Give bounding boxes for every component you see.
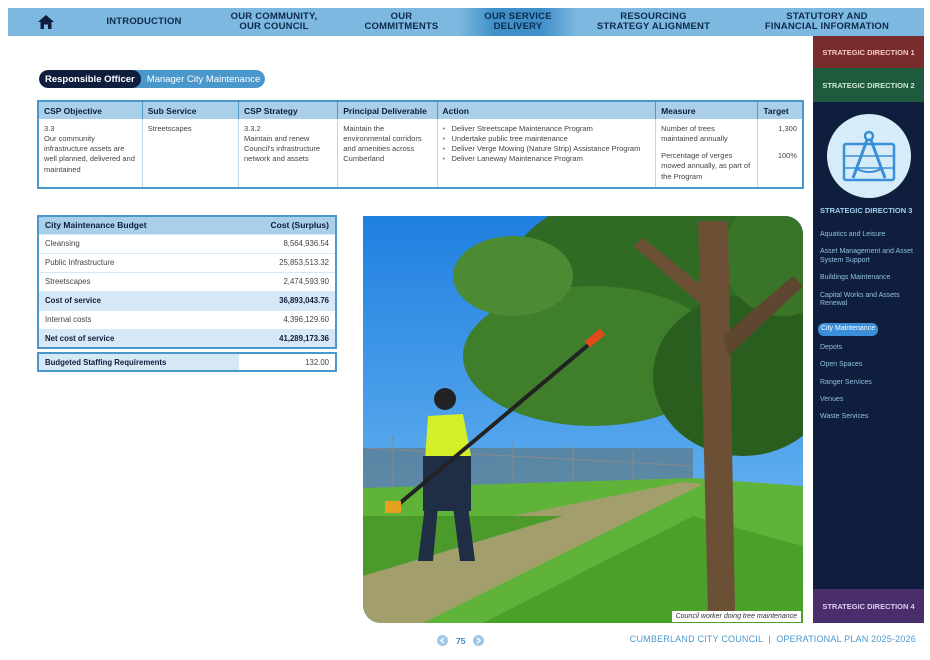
- strategic-direction-2-tab[interactable]: STRATEGIC DIRECTION 2: [813, 68, 924, 102]
- csp-action-cell: Deliver Streetscape Maintenance Program …: [437, 119, 657, 188]
- list-item: Undertake public tree maintenance: [443, 134, 651, 144]
- budget-header-value: Cost (Surplus): [221, 216, 336, 234]
- budget-row-value: 2,474,593.90: [221, 271, 336, 291]
- table-row: Public Infrastructure 25,853,513.32: [38, 252, 336, 272]
- budget-header-label: City Maintenance Budget: [38, 216, 222, 234]
- page-navigation: 75: [437, 635, 485, 646]
- strategic-direction-1-tab[interactable]: STRATEGIC DIRECTION 1: [813, 36, 924, 68]
- table-row: Net cost of service 41,289,173.36: [38, 328, 336, 348]
- budget-row-label: Cleansing: [38, 233, 222, 253]
- staffing-value: 132.00: [305, 357, 329, 367]
- list-item: Deliver Laneway Maintenance Program: [443, 154, 651, 164]
- table-row: Cleansing 8,564,936.54: [38, 233, 336, 253]
- nav-our-commitments[interactable]: OUR COMMITMENTS: [344, 8, 459, 36]
- csp-header-action: Action: [437, 101, 657, 119]
- csp-header-deliverable: Principal Deliverable: [337, 101, 438, 119]
- budget-row-label: Net cost of service: [38, 328, 222, 348]
- sidebar-item-waste-services[interactable]: Waste Services: [820, 413, 920, 421]
- chevron-right-icon: [477, 637, 482, 644]
- sidebar-item-buildings-maintenance[interactable]: Buildings Maintenance: [820, 274, 920, 282]
- sidebar-item-depots[interactable]: Depots: [820, 344, 920, 352]
- strategic-direction-3-tab[interactable]: STRATEGIC DIRECTION 3: [820, 206, 912, 215]
- staffing-label: Budgeted Staffing Requirements: [39, 354, 239, 370]
- footer-document-title: CUMBERLAND CITY COUNCIL | OPERATIONAL PL…: [629, 634, 916, 644]
- sidebar-item-aquatics-leisure[interactable]: Aquatics and Leisure: [820, 231, 920, 239]
- staffing-requirements: Budgeted Staffing Requirements 132.00: [37, 352, 337, 372]
- list-item: Deliver Verge Mowing (Nature Strip) Assi…: [443, 144, 651, 154]
- table-row: Cost of service 36,893,043.76: [38, 290, 336, 310]
- table-row: Streetscapes 2,474,593.90: [38, 271, 336, 291]
- csp-header-target: Target: [757, 101, 803, 119]
- strategic-direction-4-tab[interactable]: STRATEGIC DIRECTION 4: [813, 589, 924, 623]
- sidebar-item-capital-works[interactable]: Capital Works and Assets Renewal: [820, 292, 920, 309]
- budget-row-value: 4,396,129.60: [221, 309, 336, 329]
- budget-row-label: Streetscapes: [38, 271, 222, 291]
- budget-row-value: 25,853,513.32: [221, 252, 336, 272]
- sidebar-item-ranger-services[interactable]: Ranger Services: [820, 379, 920, 387]
- target-verges: 100%: [777, 151, 797, 161]
- nav-statutory-financial[interactable]: STATUTORY AND FINANCIAL INFORMATION: [730, 8, 924, 36]
- budget-header-row: City Maintenance Budget Cost (Surplus): [38, 216, 336, 234]
- home-icon: [38, 15, 54, 29]
- page-number: 75: [456, 635, 466, 646]
- strategic-direction-sidebar: STRATEGIC DIRECTION 1 STRATEGIC DIRECTIO…: [813, 36, 924, 623]
- budget-row-label: Internal costs: [38, 309, 222, 329]
- previous-page-button[interactable]: [437, 635, 448, 646]
- csp-sub-service-cell: Streetscapes: [142, 119, 240, 188]
- csp-measure-cell: Number of trees maintained annually Perc…: [655, 119, 759, 188]
- budget-row-label: Cost of service: [38, 290, 222, 310]
- nav-our-service-delivery[interactable]: OUR SERVICE DELIVERY: [459, 8, 577, 36]
- csp-strategy-cell: 3.3.2 Maintain and renew Council's infra…: [238, 119, 339, 188]
- top-navigation: INTRODUCTION OUR COMMUNITY, OUR COUNCIL …: [8, 8, 924, 36]
- nav-resourcing-strategy[interactable]: RESOURCING STRATEGY ALIGNMENT: [577, 8, 730, 36]
- sidebar-item-city-maintenance[interactable]: City Maintenance: [818, 323, 879, 336]
- budget-table: City Maintenance Budget Cost (Surplus) C…: [37, 215, 337, 349]
- budget-row-value: 8,564,936.54: [221, 233, 336, 253]
- csp-header-row: CSP Objective Sub Service CSP Strategy P…: [38, 101, 803, 119]
- measure-trees: Number of trees maintained annually: [661, 124, 728, 144]
- budget-row-value: 36,893,043.76: [221, 290, 336, 310]
- csp-header-measure: Measure: [655, 101, 759, 119]
- responsible-officer-badge: Responsible Officer Manager City Mainten…: [39, 70, 266, 88]
- chevron-left-icon: [439, 637, 445, 644]
- sidebar-item-open-spaces[interactable]: Open Spaces: [820, 361, 920, 369]
- table-row: 3.3 Our community infrastructure assets …: [38, 119, 803, 188]
- photo-illustration: [363, 216, 803, 623]
- csp-header-strategy: CSP Strategy: [238, 101, 339, 119]
- home-button[interactable]: [8, 8, 84, 36]
- table-row: Internal costs 4,396,129.60: [38, 309, 336, 329]
- measure-verges: Percentage of verges mowed annually, as …: [661, 151, 751, 181]
- csp-table: CSP Objective Sub Service CSP Strategy P…: [37, 100, 804, 189]
- responsible-officer-value: Manager City Maintenance: [130, 70, 266, 88]
- sidebar-item-asset-management[interactable]: Asset Management and Asset System Suppor…: [820, 248, 920, 265]
- nav-our-community[interactable]: OUR COMMUNITY, OUR COUNCIL: [204, 8, 344, 36]
- photo-caption: Council worker doing tree maintenance: [671, 611, 801, 622]
- target-trees: 1,300: [778, 124, 797, 133]
- budget-row-label: Public Infrastructure: [38, 252, 222, 272]
- csp-header-sub-service: Sub Service: [142, 101, 240, 119]
- strategic-direction-3-services: Aquatics and Leisure Asset Management an…: [818, 231, 920, 431]
- tree-maintenance-photo: Council worker doing tree maintenance: [363, 216, 803, 623]
- nav-introduction[interactable]: INTRODUCTION: [84, 8, 204, 36]
- csp-header-objective: CSP Objective: [38, 101, 143, 119]
- next-page-button[interactable]: [473, 635, 485, 646]
- planning-compass-icon: [827, 114, 911, 198]
- budget-row-value: 41,289,173.36: [221, 328, 336, 348]
- sidebar-item-venues[interactable]: Venues: [820, 396, 920, 404]
- compass-drafting-icon: [842, 130, 896, 182]
- csp-target-cell: 1,300 100%: [758, 119, 803, 188]
- csp-objective-cell: 3.3 Our community infrastructure assets …: [38, 119, 143, 188]
- csp-deliverable-cell: Maintain the environmental corridors and…: [337, 119, 438, 188]
- list-item: Deliver Streetscape Maintenance Program: [443, 124, 651, 134]
- responsible-officer-label: Responsible Officer: [39, 70, 141, 88]
